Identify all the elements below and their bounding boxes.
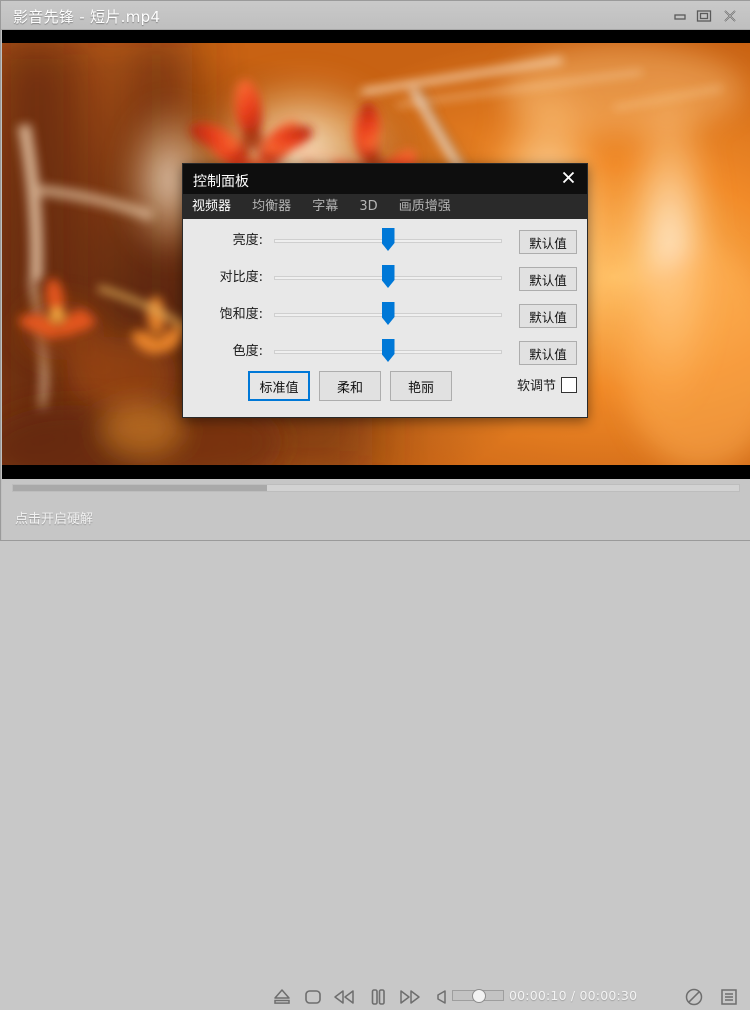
tab-video[interactable]: 视频器 xyxy=(192,194,231,219)
volume-slider[interactable] xyxy=(452,990,504,1001)
slider-row-hue: 色度: 默认值 xyxy=(183,334,589,370)
brightness-label: 亮度: xyxy=(193,223,263,259)
tab-3d[interactable]: 3D xyxy=(359,194,377,219)
minimize-icon xyxy=(673,11,687,21)
contrast-slider-thumb[interactable] xyxy=(382,265,395,288)
close-icon xyxy=(561,170,576,189)
pause-icon xyxy=(368,987,388,1007)
slider-row-saturation: 饱和度: 默认值 xyxy=(183,297,589,333)
maximize-icon xyxy=(696,9,712,23)
playlist-button[interactable] xyxy=(716,984,742,1010)
eject-button[interactable] xyxy=(269,984,295,1010)
saturation-label: 饱和度: xyxy=(193,297,263,333)
brightness-slider-thumb[interactable] xyxy=(382,228,395,251)
brightness-default-button[interactable]: 默认值 xyxy=(519,230,577,254)
hue-default-button[interactable]: 默认值 xyxy=(519,341,577,365)
previous-button[interactable] xyxy=(331,984,357,1010)
preset-standard-button[interactable]: 标准值 xyxy=(248,371,310,401)
pause-button[interactable] xyxy=(365,984,391,1010)
control-panel-close-button[interactable] xyxy=(557,168,579,190)
contrast-label: 对比度: xyxy=(193,260,263,296)
contrast-default-button[interactable]: 默认值 xyxy=(519,267,577,291)
preset-soft-button[interactable]: 柔和 xyxy=(319,371,381,401)
hue-slider-thumb[interactable] xyxy=(382,339,395,362)
time-display: 00:00:10 / 00:00:30 xyxy=(509,988,637,1003)
control-panel-title: 控制面板 xyxy=(193,171,249,191)
title-bar: 影音先锋 - 短片.mp4 xyxy=(1,1,750,30)
volume-slider-thumb[interactable] xyxy=(472,989,486,1003)
seek-bar[interactable] xyxy=(12,484,740,492)
previous-icon xyxy=(332,987,356,1007)
hardware-decode-toggle[interactable]: 点击开启硬解 xyxy=(15,508,93,527)
speaker-icon xyxy=(433,988,451,1006)
seek-bar-progress xyxy=(13,485,267,491)
stop-icon xyxy=(303,987,323,1007)
soft-adjust-label: 软调节 xyxy=(517,375,556,394)
tab-subtitle[interactable]: 字幕 xyxy=(312,194,338,219)
next-icon xyxy=(398,987,422,1007)
control-panel-tabs: 视频器 均衡器 字幕 3D 画质增强 xyxy=(183,194,587,219)
media-player-window: 影音先锋 - 短片.mp4 xyxy=(0,0,750,541)
saturation-slider-thumb[interactable] xyxy=(382,302,395,325)
control-panel-titlebar: 控制面板 xyxy=(183,164,587,194)
slider-row-contrast: 对比度: 默认值 xyxy=(183,260,589,296)
no-subtitle-button[interactable] xyxy=(681,984,707,1010)
close-button[interactable] xyxy=(719,5,741,26)
player-control-bar: 点击开启硬解 xyxy=(2,479,750,540)
next-button[interactable] xyxy=(397,984,423,1010)
soft-adjust-checkbox[interactable] xyxy=(561,377,577,393)
control-panel-body: 亮度: 默认值 对比度: 默认值 饱和度: 默认值 色度: xyxy=(183,219,587,417)
eject-icon xyxy=(272,987,292,1007)
saturation-default-button[interactable]: 默认值 xyxy=(519,304,577,328)
preset-button-row: 标准值 柔和 艳丽 软调节 xyxy=(183,371,589,405)
tab-enhance[interactable]: 画质增强 xyxy=(399,194,451,219)
minimize-button[interactable] xyxy=(669,5,691,26)
control-panel-dialog: 控制面板 视频器 均衡器 字幕 3D 画质增强 亮度: 默认值 xyxy=(182,163,588,418)
letterbox-top xyxy=(2,30,750,43)
stop-button[interactable] xyxy=(300,984,326,1010)
close-icon xyxy=(722,9,738,23)
playlist-icon xyxy=(719,987,739,1007)
no-subtitle-icon xyxy=(683,986,705,1008)
preset-vivid-button[interactable]: 艳丽 xyxy=(390,371,452,401)
hue-label: 色度: xyxy=(193,334,263,370)
maximize-button[interactable] xyxy=(693,5,715,26)
soft-adjust-group: 软调节 xyxy=(517,375,577,394)
window-title: 影音先锋 - 短片.mp4 xyxy=(13,6,160,27)
tab-equalizer[interactable]: 均衡器 xyxy=(252,194,291,219)
slider-row-brightness: 亮度: 默认值 xyxy=(183,223,589,259)
letterbox-bottom xyxy=(2,465,750,479)
